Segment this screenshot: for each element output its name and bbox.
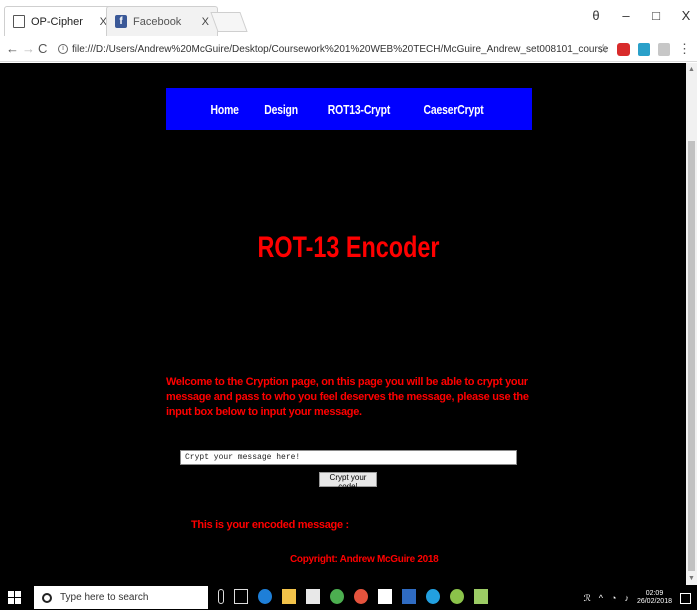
site-navbar: Home Design ROT13-Crypt CaeserCrypt (166, 88, 532, 130)
page-scrollbar[interactable]: ▲ ▼ (686, 63, 697, 585)
message-input[interactable] (180, 450, 517, 465)
volume-icon[interactable]: ♪ (624, 593, 629, 603)
page-title: ROT-13 Encoder (257, 231, 440, 264)
scroll-up-icon[interactable]: ▲ (688, 66, 695, 73)
info-icon[interactable]: i (58, 44, 68, 54)
back-button[interactable]: ← (6, 41, 19, 56)
toolbar-icons: ☆ ⋮ (597, 41, 691, 57)
nav-link-home[interactable]: Home (210, 102, 238, 117)
system-clock[interactable]: 02:09 26/02/2018 (637, 590, 672, 606)
taskbar-search[interactable]: Type here to search (34, 586, 208, 609)
new-tab-button[interactable] (210, 12, 248, 32)
copyright-text: Copyright: Andrew McGuire 2018 (290, 554, 439, 565)
crypt-button[interactable]: Crypt your code! (319, 472, 377, 491)
facebook-icon: f (115, 15, 127, 28)
tab-title: OP-Cipher (31, 15, 83, 28)
cortana-icon (42, 592, 52, 603)
people-icon[interactable]: ℛ (584, 593, 591, 604)
nav-link-rot13-crypt[interactable]: ROT13-Crypt (328, 102, 391, 117)
nav-link-caeser-crypt[interactable]: CaeserCrypt (424, 102, 484, 117)
windows-start-icon[interactable] (8, 591, 21, 604)
clock-date: 26/02/2018 (636, 598, 672, 605)
search-placeholder: Type here to search (60, 592, 149, 603)
store-icon[interactable] (306, 589, 320, 604)
forward-button[interactable]: → (22, 41, 35, 56)
microphone-icon[interactable] (218, 589, 224, 604)
page-icon (13, 15, 25, 28)
encoded-message-label: This is your encoded message : (191, 519, 349, 531)
browser-tabstrip: OP-Cipher X f Facebook X θ – □ X (0, 0, 697, 36)
notification-icon[interactable] (680, 592, 691, 604)
mail-icon[interactable] (378, 589, 392, 604)
app-icon[interactable] (354, 589, 368, 604)
task-view-icon[interactable] (234, 589, 248, 604)
windows-taskbar: Type here to search ℛ ^ ◔ ♪ 02:09 26/02/… (0, 585, 697, 610)
network-icon[interactable]: ◔ (611, 593, 616, 603)
window-controls: θ – □ X (589, 8, 693, 23)
extension-icon[interactable] (658, 42, 670, 56)
tab-op-cipher[interactable]: OP-Cipher X (4, 6, 116, 36)
minimize-button[interactable]: – (619, 8, 633, 23)
tab-title: Facebook (133, 15, 182, 28)
address-bar[interactable]: i file:///D:/Users/Andrew%20McGuire/Desk… (58, 39, 608, 59)
scrollbar-thumb[interactable] (688, 141, 695, 571)
tab-facebook[interactable]: f Facebook X (106, 6, 218, 36)
paint-icon[interactable] (450, 589, 464, 604)
adblock-extension-icon[interactable] (617, 42, 630, 56)
browser-toolbar: ← → C i file:///D:/Users/Andrew%20McGuir… (0, 36, 697, 62)
maximize-button[interactable]: □ (649, 8, 663, 23)
system-tray: ℛ ^ ◔ ♪ 02:09 26/02/2018 (584, 590, 691, 606)
page-viewport: Home Design ROT13-Crypt CaeserCrypt ROT-… (0, 63, 686, 585)
word-icon[interactable] (402, 589, 416, 604)
edge-icon[interactable] (258, 589, 272, 604)
bookmark-star-icon[interactable]: ☆ (597, 41, 609, 57)
clock-time: 02:09 (645, 590, 664, 597)
skype-icon[interactable] (426, 589, 440, 604)
browser-menu-icon[interactable]: ⋮ (678, 41, 691, 57)
profile-icon[interactable]: θ (589, 8, 603, 23)
url-text: file:///D:/Users/Andrew%20McGuire/Deskto… (72, 43, 608, 55)
file-explorer-icon[interactable] (282, 589, 296, 604)
chevron-up-icon[interactable]: ^ (599, 593, 603, 603)
notepad-icon[interactable] (474, 589, 488, 604)
close-window-button[interactable]: X (679, 8, 693, 23)
chrome-icon[interactable] (330, 589, 344, 604)
taskbar-apps (218, 589, 488, 604)
scroll-down-icon[interactable]: ▼ (688, 575, 695, 582)
nav-link-design[interactable]: Design (264, 102, 298, 117)
welcome-text: Welcome to the Cryption page, on this pa… (166, 376, 529, 418)
tab-close-icon[interactable]: X (202, 16, 209, 28)
extension-icon[interactable] (638, 42, 650, 56)
reload-button[interactable]: C (38, 41, 47, 56)
